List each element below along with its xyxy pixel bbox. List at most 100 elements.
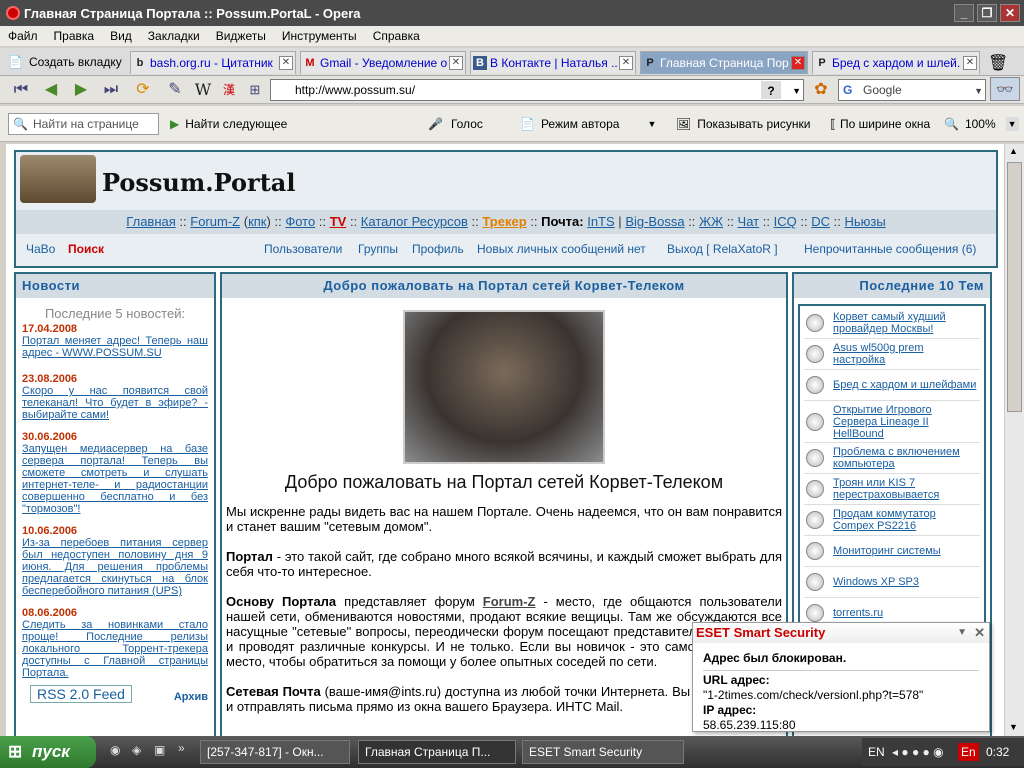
topic-item[interactable]: Asus wl500g prem настройка: [804, 339, 980, 370]
news-link[interactable]: Портал меняет адрес! Теперь наш адрес - …: [22, 335, 208, 359]
topic-link[interactable]: Проблема с включением компьютера: [833, 446, 978, 470]
topic-item[interactable]: Открытие Игрового Сервера Lineage II Hel…: [804, 401, 980, 443]
nav-tracker[interactable]: Трекер: [482, 214, 526, 229]
new-tab-button[interactable]: 📄 Создать вкладку: [4, 51, 126, 73]
news-archive-link[interactable]: Архив: [174, 691, 208, 703]
tab-gmail[interactable]: M Gmail - Уведомление о... ✕: [300, 51, 466, 74]
taskbar-item-active[interactable]: Главная Страница П...: [358, 740, 516, 764]
scroll-down-icon[interactable]: ▼: [1009, 722, 1018, 732]
tab-close-icon[interactable]: ✕: [791, 56, 805, 70]
show-images-button[interactable]: 🖼 Показывать рисунки: [676, 114, 810, 134]
topic-link[interactable]: Windows XP SP3: [833, 576, 919, 588]
topic-item[interactable]: Windows XP SP3: [804, 567, 980, 598]
menu-tools[interactable]: Инструменты: [274, 29, 365, 43]
subnav-search[interactable]: Поиск: [68, 238, 104, 260]
quicklaunch-network-icon[interactable]: ◈: [132, 743, 141, 757]
voice-button[interactable]: 🎤 Голос: [428, 114, 483, 134]
url-dropdown-icon[interactable]: ▼: [792, 81, 801, 101]
subnav-private-messages[interactable]: Новых личных сообщений нет: [477, 238, 646, 260]
tab-close-icon[interactable]: ✕: [449, 56, 463, 70]
tab-possum-portal[interactable]: P Главная Страница Пор... ✕: [640, 51, 808, 74]
find-next-button[interactable]: ▶ Найти следующее: [170, 114, 287, 134]
subnav-groups[interactable]: Группы: [358, 238, 398, 260]
nav-dc[interactable]: DC: [811, 214, 830, 229]
subnav-profile[interactable]: Профиль: [412, 238, 464, 260]
eset-close-icon[interactable]: ✕: [974, 623, 985, 643]
author-mode-button[interactable]: 📄 Режим автора ▼: [520, 114, 656, 134]
nav-news[interactable]: Ньюзы: [844, 214, 885, 229]
topic-link[interactable]: Корвет самый худший провайдер Москвы!: [833, 311, 978, 335]
scrollbar-thumb[interactable]: [1007, 162, 1022, 412]
find-input[interactable]: 🔍 Найти на странице: [8, 113, 159, 135]
minimize-button[interactable]: _: [954, 4, 974, 22]
zoom-control[interactable]: 🔍 100% ▼: [944, 114, 1019, 134]
menu-help[interactable]: Справка: [365, 29, 428, 43]
nav-forum-z[interactable]: Forum-Z: [190, 214, 240, 229]
nav-tv[interactable]: TV: [330, 214, 347, 229]
chevron-down-icon[interactable]: ▼: [647, 119, 656, 129]
nav-ints[interactable]: InTS: [587, 214, 614, 229]
tray-icons[interactable]: ◂ ● ● ● ◉: [892, 738, 944, 766]
quicklaunch-desktop-icon[interactable]: ▣: [154, 743, 165, 757]
back-icon[interactable]: ◀: [40, 80, 62, 100]
nav-home[interactable]: Главная: [126, 214, 175, 229]
news-link[interactable]: Следить за новинками стало проще! Послед…: [22, 619, 208, 679]
tab-close-icon[interactable]: ✕: [619, 56, 633, 70]
page-icon[interactable]: ⊞: [244, 80, 266, 100]
topic-link[interactable]: Мониторинг системы: [833, 545, 941, 557]
nav-kpk[interactable]: кпк: [248, 214, 266, 229]
tab-vkontakte[interactable]: B В Контакте | Наталья ... ✕: [470, 51, 636, 74]
taskbar-item[interactable]: ESET Smart Security: [522, 740, 684, 764]
topic-link[interactable]: Открытие Игрового Сервера Lineage II Hel…: [833, 404, 978, 440]
topic-link[interactable]: Троян или KIS 7 перестраховывается: [833, 477, 978, 501]
topic-item[interactable]: Бред с хардом и шлейфами: [804, 370, 980, 401]
topic-link[interactable]: Бред с хардом и шлейфами: [833, 379, 976, 391]
news-link[interactable]: Скоро у нас появится свой телеканал! Что…: [22, 385, 208, 421]
topic-link[interactable]: torrents.ru: [833, 607, 883, 619]
nav-lj[interactable]: ЖЖ: [699, 214, 723, 229]
topic-link[interactable]: Продам коммутатор Compex PS2216: [833, 508, 978, 532]
search-engine-input[interactable]: G Google ▼: [838, 79, 986, 101]
url-help-icon[interactable]: ?: [761, 81, 781, 99]
nav-icq[interactable]: ICQ: [774, 214, 797, 229]
reload-icon[interactable]: ⟳: [132, 80, 154, 100]
topic-item[interactable]: Проблема с включением компьютера: [804, 443, 980, 474]
rss-feed-button[interactable]: RSS 2.0 Feed: [30, 685, 132, 703]
start-button[interactable]: ⊞ пуск: [0, 736, 96, 768]
keyboard-layout[interactable]: En: [958, 743, 979, 761]
subnav-logout[interactable]: Выход [ RelaXatoR ]: [667, 238, 778, 260]
menu-widgets[interactable]: Виджеты: [208, 29, 274, 43]
zoom-glasses-icon[interactable]: 👓: [990, 77, 1020, 101]
subnav-unread[interactable]: Непрочитанные сообщения (6): [804, 238, 976, 260]
news-link[interactable]: Запущен медиасервер на базе сервера порт…: [22, 443, 208, 515]
tab-close-icon[interactable]: ✕: [279, 56, 293, 70]
quicklaunch-media-icon[interactable]: ◉: [110, 743, 120, 757]
topic-item[interactable]: Корвет самый худший провайдер Москвы!: [804, 308, 980, 339]
quicklaunch-more-icon[interactable]: »: [178, 741, 185, 755]
fit-width-button[interactable]: ⟦ По ширине окна: [830, 114, 930, 134]
rewind-icon[interactable]: ⏮: [10, 80, 32, 100]
topic-item[interactable]: Продам коммутатор Compex PS2216: [804, 505, 980, 536]
tab-close-icon[interactable]: ✕: [963, 56, 977, 70]
scroll-up-icon[interactable]: ▲: [1009, 146, 1018, 156]
menu-edit[interactable]: Правка: [46, 29, 103, 43]
wikipedia-icon[interactable]: W: [192, 80, 214, 100]
tab-bash[interactable]: b bash.org.ru - Цитатник ... ✕: [130, 51, 296, 74]
page-scrollbar[interactable]: ▲ ▼: [1004, 144, 1024, 736]
edit-icon[interactable]: ✎: [164, 80, 186, 100]
translate-icon[interactable]: 漢: [218, 80, 240, 100]
forward-icon[interactable]: ▶: [70, 80, 92, 100]
fast-forward-icon[interactable]: ⏭: [100, 80, 122, 100]
restore-button[interactable]: ❐: [977, 4, 997, 22]
language-indicator[interactable]: EN: [868, 738, 885, 766]
news-link[interactable]: Из-за перебоев питания сервер был недост…: [22, 537, 208, 597]
widgets-icon[interactable]: ✿: [810, 80, 832, 100]
topic-link[interactable]: Asus wl500g prem настройка: [833, 342, 978, 366]
trash-icon[interactable]: 🗑: [988, 53, 1008, 73]
forum-z-link[interactable]: Forum-Z: [483, 594, 536, 609]
zoom-dropdown-icon[interactable]: ▼: [1005, 117, 1019, 131]
subnav-users[interactable]: Пользователи: [264, 238, 342, 260]
menu-file[interactable]: Файл: [0, 29, 46, 43]
menu-bookmarks[interactable]: Закладки: [140, 29, 208, 43]
subnav-faq[interactable]: ЧаВо: [26, 238, 55, 260]
